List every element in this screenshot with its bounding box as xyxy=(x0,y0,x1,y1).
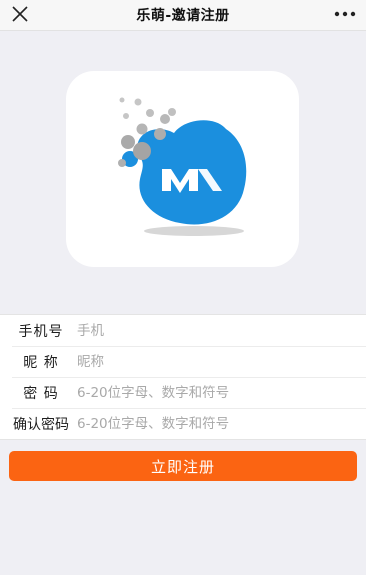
password-label: 密 码 xyxy=(23,385,59,402)
nickname-row: 昵 称 xyxy=(0,346,366,377)
app-logo-card xyxy=(66,71,299,267)
page-title: 乐萌-邀请注册 xyxy=(136,8,230,24)
password-input[interactable] xyxy=(77,384,347,401)
phone-row: 手机号 xyxy=(0,315,366,346)
registration-form: 手机号 昵 称 密 码 确认密码 xyxy=(0,314,366,440)
more-dots-icon[interactable] xyxy=(332,3,358,25)
confirm-password-label: 确认密码 xyxy=(13,416,69,433)
password-row: 密 码 xyxy=(0,377,366,408)
app-logo xyxy=(118,97,247,236)
nickname-input[interactable] xyxy=(77,353,347,370)
confirm-password-input[interactable] xyxy=(77,415,347,432)
phone-label: 手机号 xyxy=(18,323,64,340)
confirm-password-row: 确认密码 xyxy=(0,408,366,439)
register-button[interactable]: 立即注册 xyxy=(9,451,357,481)
phone-input[interactable] xyxy=(77,322,347,339)
nickname-label: 昵 称 xyxy=(23,354,59,371)
top-bar: 乐萌-邀请注册 xyxy=(0,0,366,31)
